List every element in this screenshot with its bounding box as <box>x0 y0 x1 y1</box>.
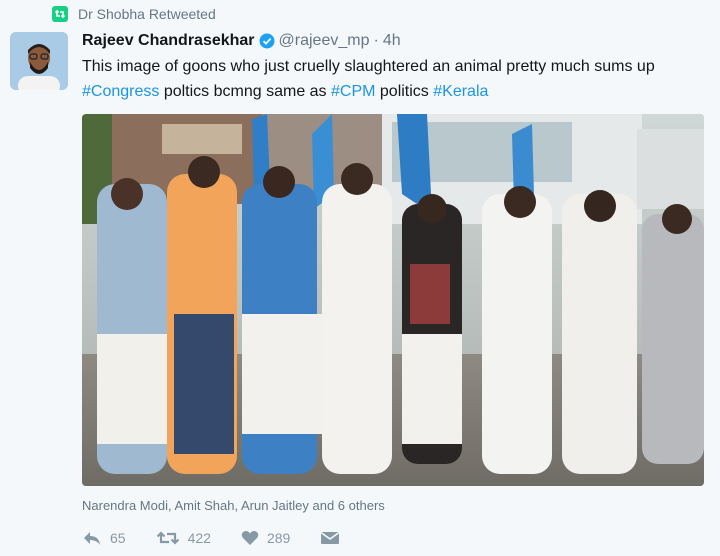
hashtag-congress[interactable]: #Congress <box>82 83 159 100</box>
retweeted-by-label[interactable]: Dr Shobha Retweeted <box>78 6 216 22</box>
reply-button[interactable]: 65 <box>82 530 126 546</box>
retweet-icon <box>156 531 179 545</box>
author-handle[interactable]: @rajeev_mp <box>279 32 370 50</box>
tweet-text: This image of goons who just cruelly sla… <box>82 54 704 104</box>
retweet-button[interactable]: 422 <box>156 530 211 546</box>
tweet-timestamp[interactable]: 4h <box>383 32 401 50</box>
tweet-photo[interactable] <box>82 114 704 486</box>
tweet-actions: 65 422 289 <box>82 530 370 546</box>
tweet-text-part: This image of goons who just cruelly sla… <box>82 58 655 75</box>
tweet-text-part: poltics bcmng same as <box>159 83 331 100</box>
envelope-icon <box>320 531 340 544</box>
tweet-header: Rajeev Chandrasekhar @rajeev_mp · 4h <box>82 30 401 52</box>
reply-count: 65 <box>110 530 126 546</box>
retweet-context: Dr Shobha Retweeted <box>52 4 216 24</box>
direct-message-button[interactable] <box>320 530 340 546</box>
verified-badge-icon <box>259 33 275 49</box>
liked-by-summary[interactable]: Narendra Modi, Amit Shah, Arun Jaitley a… <box>82 498 385 513</box>
like-count: 289 <box>266 530 291 546</box>
avatar[interactable] <box>10 32 68 90</box>
hashtag-kerala[interactable]: #Kerala <box>433 83 488 100</box>
tweet-text-part: politics <box>375 83 434 100</box>
author-name[interactable]: Rajeev Chandrasekhar <box>82 32 255 50</box>
reply-icon <box>84 532 100 545</box>
like-button[interactable]: 289 <box>241 530 290 546</box>
heart-icon <box>241 531 259 545</box>
retweet-count: 422 <box>187 530 211 546</box>
retweet-badge-icon <box>52 6 68 22</box>
separator-dot: · <box>373 32 379 49</box>
hashtag-cpm[interactable]: #CPM <box>331 83 375 100</box>
